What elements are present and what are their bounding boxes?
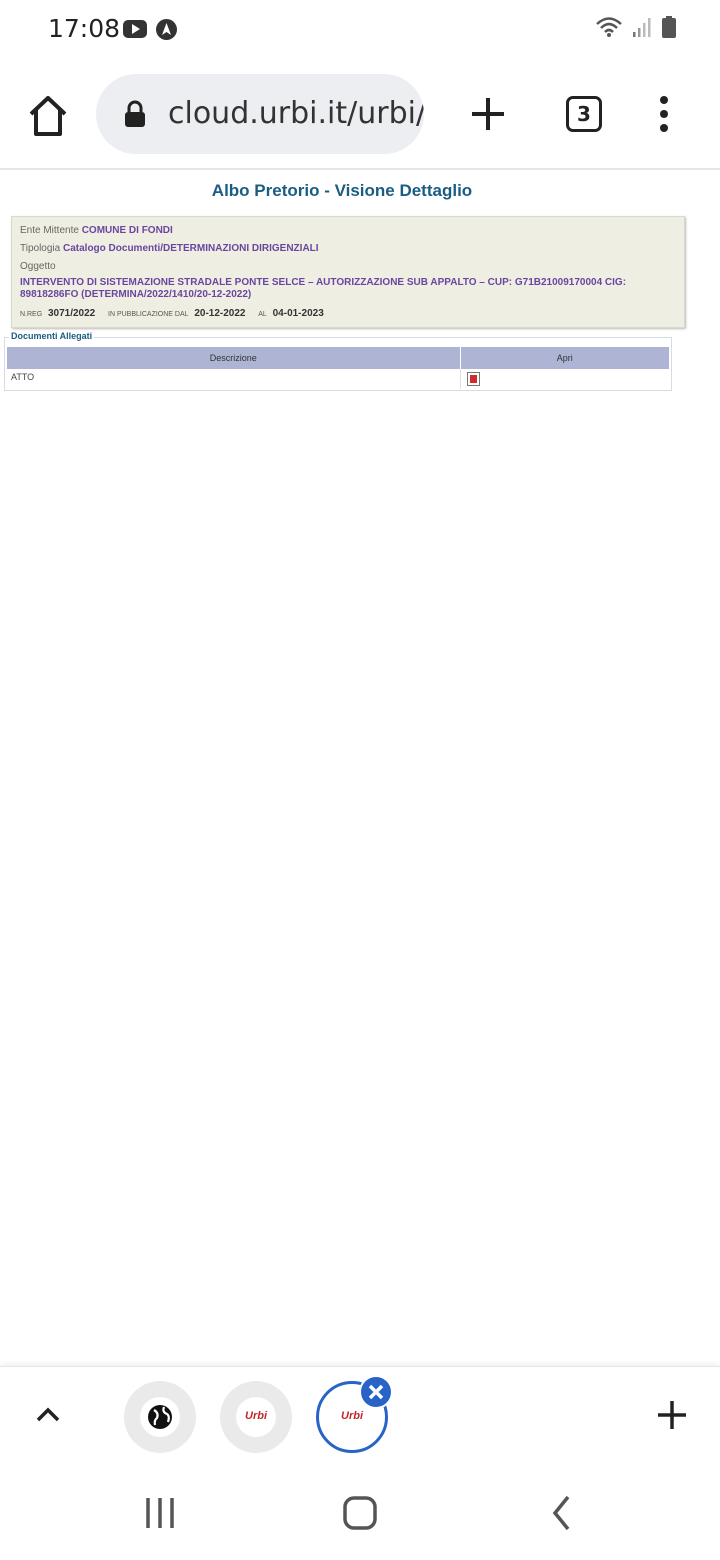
ente-row: Ente Mittente COMUNE DI FONDI (20, 225, 173, 236)
detail-box: Ente Mittente COMUNE DI FONDI Tipologia … (11, 216, 685, 328)
status-bar: 17:08 (0, 0, 720, 60)
oggetto-value: INTERVENTO DI SISTEMAZIONE STRADALE PONT… (20, 277, 627, 300)
close-icon (368, 1384, 384, 1400)
address-bar[interactable]: cloud.urbi.it/urbi/progs/urp/ur1UR036.st… (96, 74, 424, 154)
recent-apps-icon (146, 1498, 174, 1528)
tab-favicon: Urbi (236, 1397, 276, 1437)
attachments-table: Descrizione Apri ATTO (7, 347, 670, 389)
globe-icon (148, 1405, 172, 1429)
registration-row: N.REG 3071/2022 IN PUBBLICAZIONE DAL 20-… (20, 308, 334, 319)
urbi-logo: Urbi (245, 1410, 267, 1422)
tab-strip: Urbi Urbi (0, 1366, 720, 1464)
browser-toolbar: cloud.urbi.it/urbi/progs/urp/ur1UR036.st… (0, 60, 720, 170)
new-tab-button[interactable] (466, 92, 510, 136)
tipologia-label: Tipologia (20, 243, 61, 254)
status-time: 17:08 (48, 14, 121, 43)
recent-apps-button[interactable] (140, 1493, 180, 1533)
close-tab-button[interactable] (359, 1375, 393, 1409)
chevron-up-icon (36, 1407, 60, 1422)
table-row: ATTO (7, 369, 670, 389)
urbi-logo: Urbi (341, 1410, 363, 1422)
attachment-description: ATTO (11, 372, 35, 382)
lock-icon (125, 100, 145, 127)
navigation-icon (156, 19, 177, 40)
ente-label: Ente Mittente (20, 225, 79, 236)
page-title: Albo Pretorio - Visione Dettaglio (211, 181, 473, 200)
home-icon (29, 96, 67, 136)
attachment-open-cell (459, 369, 670, 389)
tab-favicon (140, 1397, 180, 1437)
battery-icon (662, 16, 676, 38)
plus-icon (472, 98, 504, 130)
attachments-legend: Documenti Allegati (9, 331, 95, 341)
youtube-icon (123, 20, 147, 38)
signal-icon (633, 18, 651, 37)
plus-icon (658, 1401, 686, 1429)
back-icon (552, 1495, 570, 1531)
tab-thumbnail[interactable]: Urbi (220, 1381, 292, 1453)
tab-switcher-button[interactable]: 3 (566, 96, 602, 132)
nreg-value: 3071/2022 (47, 308, 96, 319)
tab-thumbnail[interactable] (124, 1381, 196, 1453)
header-apri: Apri (460, 347, 670, 369)
add-tab-button[interactable] (650, 1393, 694, 1437)
home-button[interactable] (22, 90, 74, 142)
header-descrizione: Descrizione (7, 347, 461, 369)
tipologia-value: Catalogo Documenti/DETERMINAZIONI DIRIGE… (63, 243, 319, 254)
publication-label: IN PUBBLICAZIONE DAL (108, 311, 189, 318)
publication-to-label: AL (258, 311, 267, 318)
home-nav-icon (343, 1496, 377, 1530)
navigation-bar (0, 1465, 720, 1560)
nreg-label: N.REG (20, 311, 43, 318)
ente-value: COMUNE DI FONDI (81, 225, 173, 236)
status-icons (596, 16, 676, 38)
pdf-icon[interactable] (466, 372, 480, 386)
wifi-icon (596, 17, 622, 37)
home-nav-button[interactable] (340, 1493, 380, 1533)
collapse-tab-strip-button[interactable] (30, 1399, 66, 1429)
menu-button[interactable] (650, 94, 678, 134)
oggetto-label: Oggetto (20, 261, 56, 272)
back-button[interactable] (542, 1493, 582, 1533)
url-text[interactable]: cloud.urbi.it/urbi/progs/urp/ur1UR036.st… (168, 96, 424, 131)
publication-to: 04-01-2023 (272, 308, 324, 319)
attachments-section: Documenti Allegati Descrizione Apri ATTO (4, 331, 672, 391)
publication-from: 20-12-2022 (194, 308, 246, 319)
tipologia-row: Tipologia Catalogo Documenti/DETERMINAZI… (20, 243, 319, 254)
menu-dots-icon (660, 96, 668, 132)
